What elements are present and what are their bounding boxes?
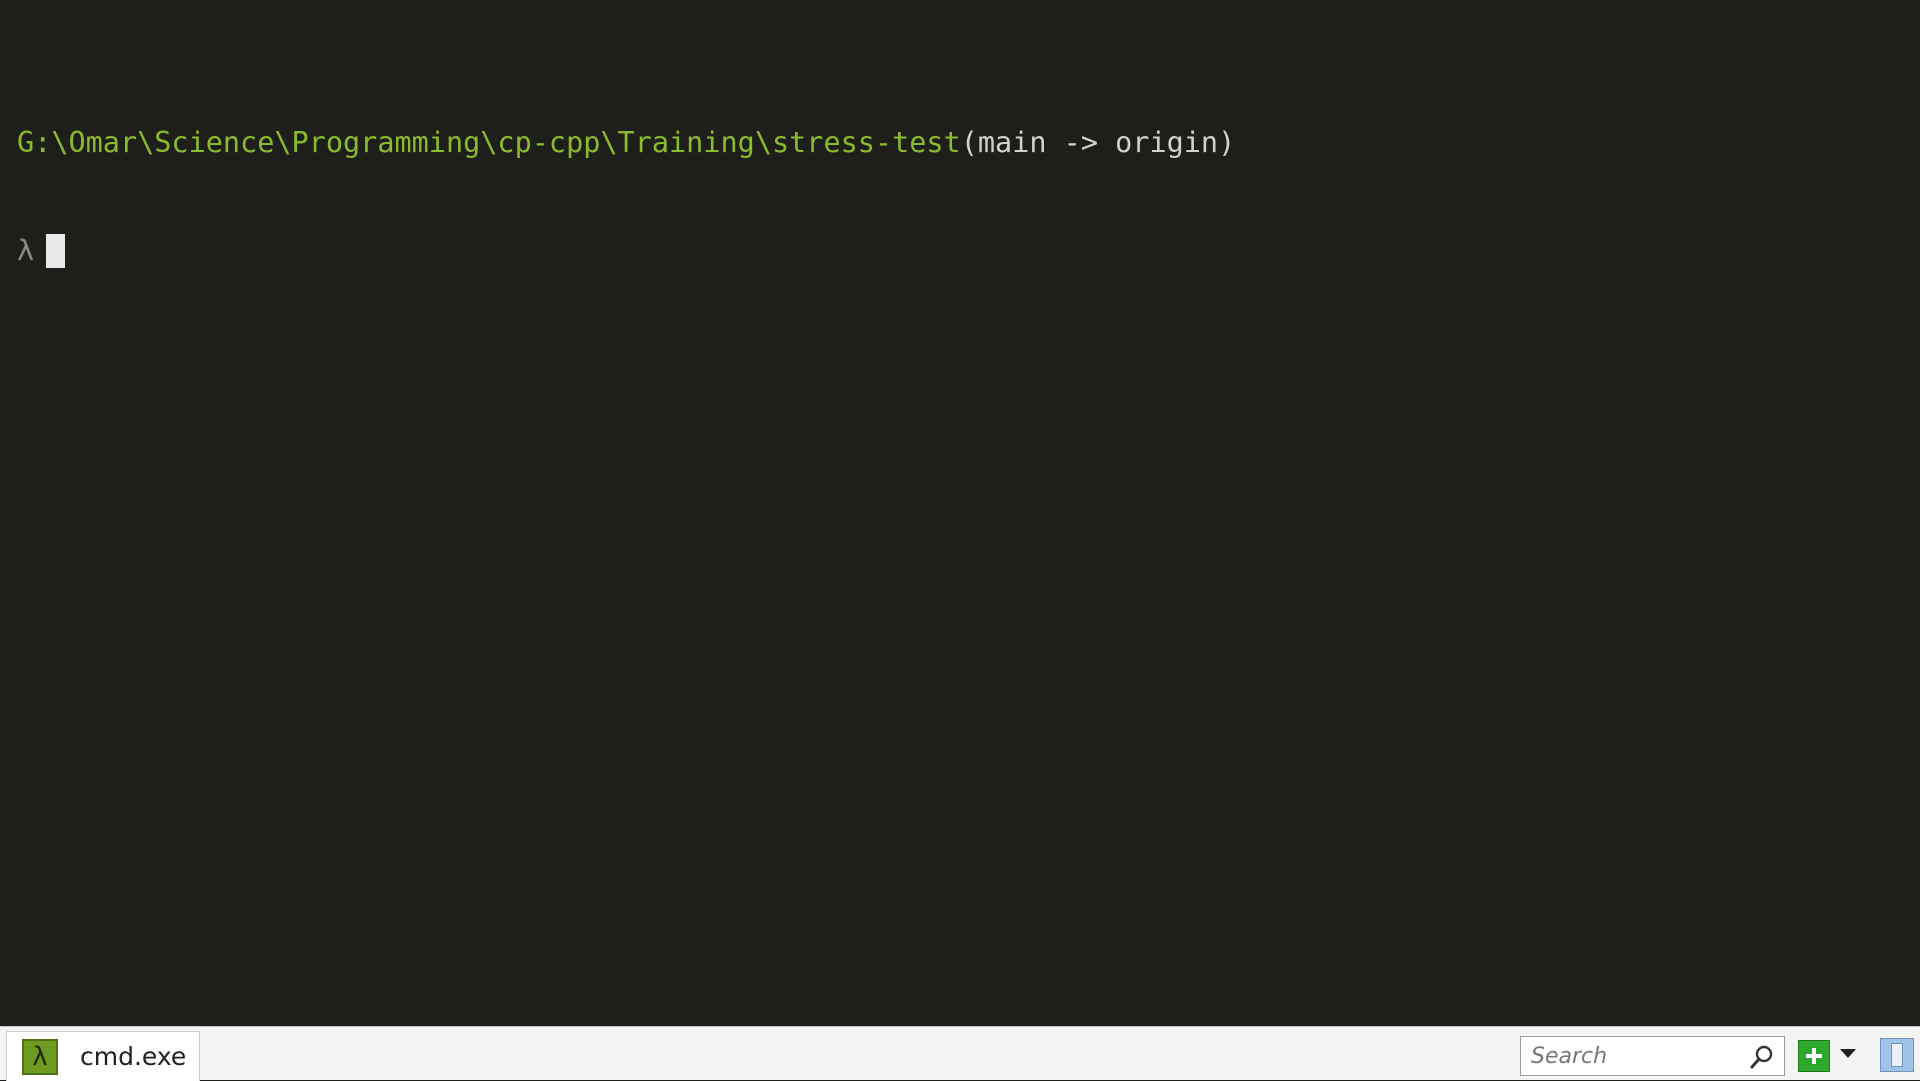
git-branch-info: (main -> origin) [960, 126, 1236, 159]
text-cursor [46, 234, 66, 268]
chevron-down-icon[interactable] [1840, 1049, 1856, 1058]
search-box[interactable] [1520, 1036, 1785, 1076]
tab-label: cmd.exe [80, 1042, 187, 1071]
search-input[interactable] [1529, 1038, 1749, 1074]
plus-icon [1806, 1048, 1822, 1064]
lambda-icon: λ [22, 1038, 58, 1075]
prompt-symbol: λ [17, 234, 35, 267]
new-console-button[interactable] [1798, 1040, 1830, 1072]
prompt-input-line[interactable]: λ [17, 233, 1920, 269]
current-path: G:\Omar\Science\Programming\cp-cpp\Train… [17, 126, 961, 159]
terminal-output[interactable]: G:\Omar\Science\Programming\cp-cpp\Train… [0, 0, 1920, 1026]
tab-cmd[interactable]: λ cmd.exe [6, 1031, 200, 1081]
magnifier-icon[interactable] [1748, 1043, 1776, 1071]
tab-bar: λ cmd.exe [0, 1026, 1920, 1081]
split-panel-button[interactable] [1880, 1038, 1914, 1072]
split-panel-icon [1891, 1043, 1903, 1067]
prompt-path-line: G:\Omar\Science\Programming\cp-cpp\Train… [17, 125, 1920, 161]
